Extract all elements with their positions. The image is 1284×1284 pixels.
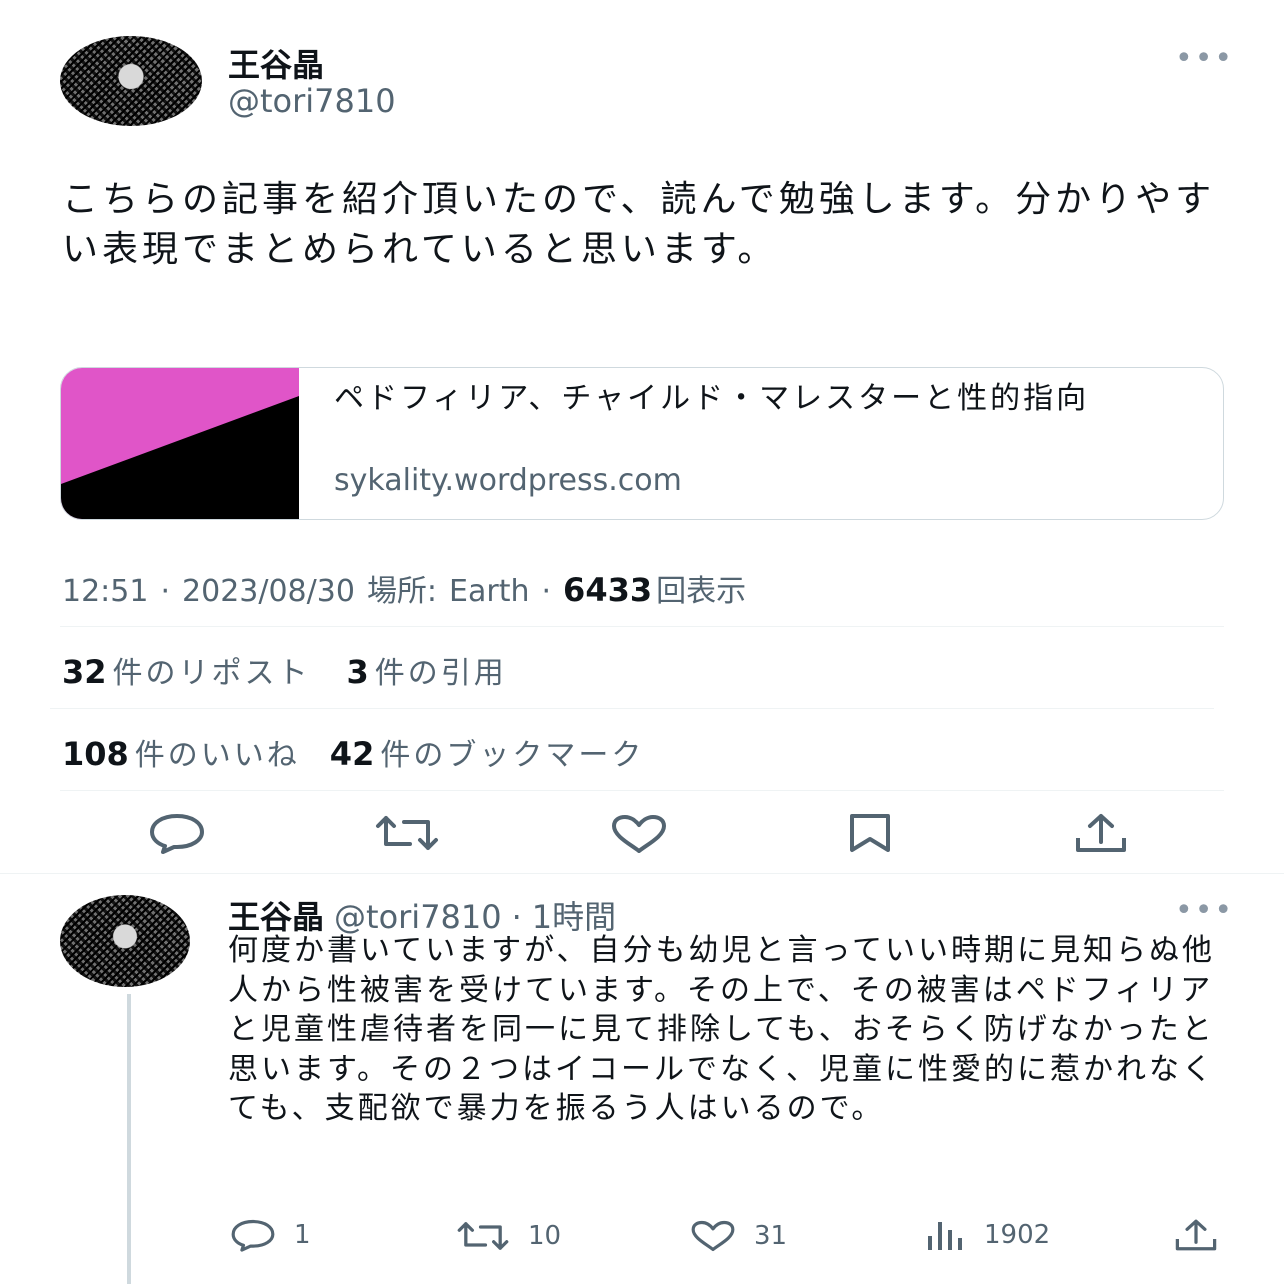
stats-row-reposts: 32 件のリポスト 3 件の引用 <box>62 648 507 692</box>
reply-repost-count: 10 <box>528 1221 562 1251</box>
link-card-title: ペドフィリア、チャイルド・マレスターと性的指向 <box>334 381 1090 416</box>
likes-stat[interactable]: 108 件のいいね <box>62 730 300 774</box>
quotes-count: 3 <box>346 653 369 691</box>
tweet-meta: 12:51 · 2023/08/30 場所: Earth · 6433 回表示 <box>62 566 746 610</box>
reply-icon <box>230 1218 276 1252</box>
reply-reply-action[interactable]: 1 <box>230 1218 311 1252</box>
meta-separator: · <box>160 574 171 609</box>
tweet-time[interactable]: 12:51 <box>62 574 148 609</box>
reply-views-action[interactable]: 1902 <box>926 1218 1050 1252</box>
quotes-label: 件の引用 <box>374 656 507 691</box>
divider <box>60 626 1224 627</box>
meta-separator: · <box>541 574 552 609</box>
reply-share-icon[interactable] <box>1174 1218 1218 1252</box>
divider <box>0 873 1284 874</box>
reply-avatar[interactable] <box>60 895 190 987</box>
like-icon <box>690 1220 736 1252</box>
reply-icon[interactable] <box>148 812 206 854</box>
tweet-date[interactable]: 2023/08/30 <box>182 574 355 609</box>
main-avatar[interactable] <box>60 36 202 126</box>
bookmarks-label: 件のブックマーク <box>380 738 645 773</box>
repost-icon[interactable] <box>374 814 440 852</box>
view-count-label: 回表示 <box>656 574 747 609</box>
likes-count: 108 <box>62 735 129 773</box>
reply-repost-action[interactable]: 10 <box>456 1220 561 1252</box>
likes-label: 件のいいね <box>134 738 300 773</box>
repost-icon <box>456 1220 510 1252</box>
reposts-stat[interactable]: 32 件のリポスト <box>62 648 311 692</box>
reply-reply-count: 1 <box>294 1220 311 1250</box>
reply-view-count: 1902 <box>984 1220 1051 1250</box>
link-card-domain: sykality.wordpress.com <box>334 463 682 498</box>
main-display-name[interactable]: 王谷晶 <box>228 40 324 86</box>
thread-line <box>127 994 131 1284</box>
divider <box>60 790 1224 791</box>
link-card[interactable]: ペドフィリア、チャイルド・マレスターと性的指向 sykality.wordpre… <box>60 367 1224 520</box>
location-label: 場所: <box>366 574 438 609</box>
reply-like-action[interactable]: 31 <box>690 1220 787 1252</box>
main-tweet-text: こちらの記事を紹介頂いたので、読んで勉強します。分かりやすい表現でまとめられてい… <box>62 179 1216 270</box>
share-icon[interactable] <box>1074 812 1128 854</box>
main-handle[interactable]: @tori7810 <box>228 82 396 120</box>
stats-row-likes: 108 件のいいね 42 件のブックマーク <box>62 730 644 774</box>
like-icon[interactable] <box>610 814 668 854</box>
reply-like-count: 31 <box>754 1221 788 1251</box>
bookmark-icon[interactable] <box>848 812 892 854</box>
reply-text: 何度か書いていますが、自分も幼児と言っていい時期に見知らぬ他人から性被害を受けて… <box>228 933 1215 1126</box>
reply-more-options-icon[interactable]: ••• <box>1175 896 1234 926</box>
reposts-count: 32 <box>62 653 107 691</box>
quotes-stat[interactable]: 3 件の引用 <box>347 648 507 692</box>
location-value[interactable]: Earth <box>449 574 529 609</box>
reposts-label: 件のリポスト <box>112 656 311 691</box>
bookmarks-count: 42 <box>329 735 375 773</box>
more-options-icon[interactable]: ••• <box>1175 44 1234 74</box>
bookmarks-stat[interactable]: 42 件のブックマーク <box>330 730 645 774</box>
link-card-thumbnail <box>61 368 299 519</box>
views-icon <box>926 1218 966 1252</box>
view-count: 6433 <box>563 571 653 609</box>
divider <box>50 708 1214 709</box>
